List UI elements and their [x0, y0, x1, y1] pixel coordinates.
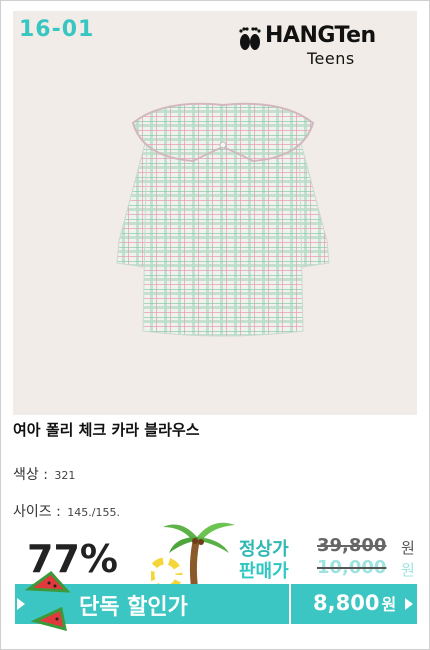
product-card[interactable]: 16-01 HANGTen Teens 여아 폴리 체크 카라 블라우스 색상 …: [0, 0, 430, 650]
item-code: 16-01: [19, 17, 95, 42]
promo-currency: 원: [381, 595, 397, 614]
regular-price-currency: 원: [401, 539, 415, 557]
sale-price: 10,000: [317, 557, 387, 578]
promo-price: 8,800: [313, 591, 380, 615]
brand-logo: HANGTen Teens: [237, 23, 405, 75]
sale-price-label: 판매가: [239, 561, 289, 582]
color-value: 321: [54, 469, 76, 482]
arrow-icon: [405, 598, 413, 610]
product-image[interactable]: 16-01 HANGTen Teens: [13, 11, 417, 415]
bar-divider: [289, 584, 291, 624]
sale-price-row: 판매가 10,000 원: [239, 557, 425, 582]
regular-price-row: 정상가 39,800 원: [239, 535, 425, 560]
size-label: 사이즈 :: [13, 504, 61, 520]
brand-sub: Teens: [307, 49, 355, 68]
color-label: 색상 :: [13, 467, 48, 483]
color-spec: 색상 : 321: [13, 464, 75, 484]
watermelon-icon: [24, 571, 71, 631]
palm-tree-icon: [151, 522, 235, 593]
hang-ten-feet-icon: [239, 27, 261, 50]
brand-name: HANGTen: [265, 23, 376, 48]
product-name[interactable]: 여아 폴리 체크 카라 블라우스: [13, 419, 200, 440]
size-value: 145./155.: [67, 506, 120, 519]
exclusive-discount-price: 8,800 원: [313, 591, 396, 615]
blouse-illustration: [116, 102, 330, 337]
sale-price-currency: 원: [401, 561, 415, 579]
exclusive-discount-label: 단독 할인가: [79, 595, 188, 620]
size-spec: 사이즈 : 145./155.: [13, 501, 120, 521]
regular-price: 39,800: [317, 535, 387, 556]
